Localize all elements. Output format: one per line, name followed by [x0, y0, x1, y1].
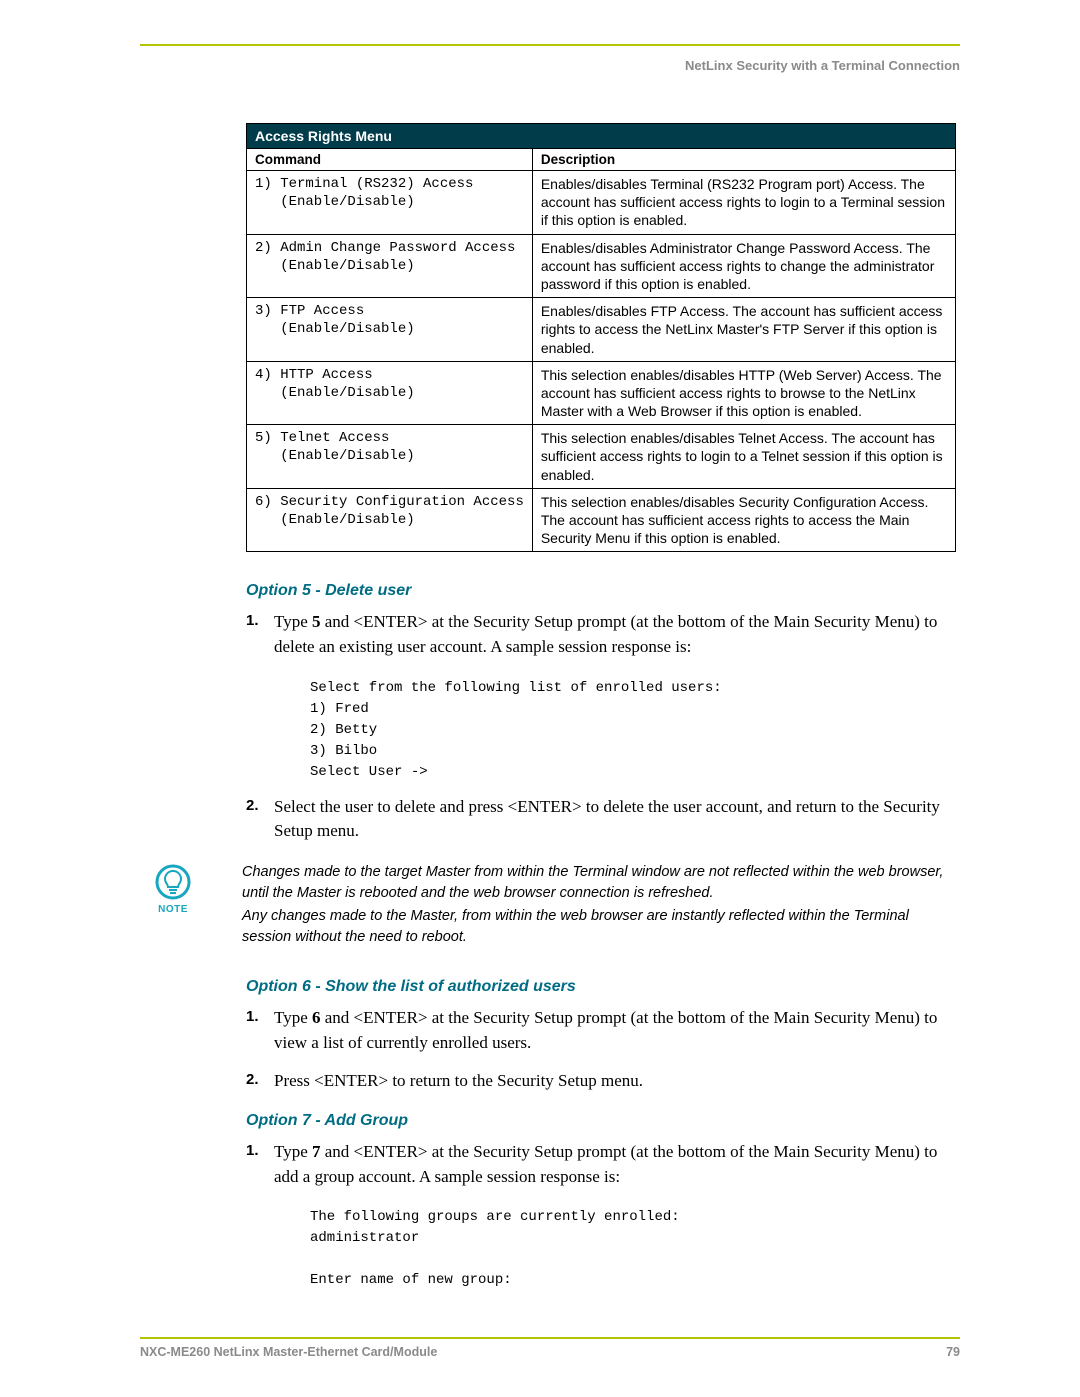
access-rights-table: Access Rights Menu Command Description 1… — [246, 123, 960, 552]
col-command: Command — [247, 149, 533, 171]
desc-cell: This selection enables/disables HTTP (We… — [532, 361, 955, 425]
desc-cell: This selection enables/disables Security… — [532, 488, 955, 552]
table-row: 2) Admin Change Password Access (Enable/… — [247, 234, 956, 298]
option6-heading: Option 6 - Show the list of authorized u… — [246, 978, 960, 996]
col-description: Description — [532, 149, 955, 171]
desc-cell: Enables/disables FTP Access. The account… — [532, 298, 955, 362]
cmd-cell: 6) Security Configuration Access (Enable… — [247, 488, 533, 552]
footer-left: NXC-ME260 NetLinx Master-Ethernet Card/M… — [140, 1345, 437, 1359]
option7-code: The following groups are currently enrol… — [310, 1207, 960, 1291]
desc-cell: This selection enables/disables Telnet A… — [532, 425, 955, 489]
option6-step2: Press <ENTER> to return to the Security … — [246, 1069, 960, 1094]
table-row: 6) Security Configuration Access (Enable… — [247, 488, 956, 552]
table-row: 3) FTP Access (Enable/Disable) Enables/d… — [247, 298, 956, 362]
table-row: 4) HTTP Access (Enable/Disable) This sel… — [247, 361, 956, 425]
cmd-cell: 2) Admin Change Password Access (Enable/… — [247, 234, 533, 298]
table-title-row: Access Rights Menu — [247, 124, 956, 149]
top-rule — [140, 44, 960, 46]
desc-cell: Enables/disables Terminal (RS232 Program… — [532, 171, 955, 235]
cmd-cell: 3) FTP Access (Enable/Disable) — [247, 298, 533, 362]
note-text: Changes made to the target Master from w… — [206, 862, 960, 950]
table-header-row: Command Description — [247, 149, 956, 171]
option5-step2: Select the user to delete and press <ENT… — [246, 795, 960, 844]
table-row: 1) Terminal (RS232) Access (Enable/Disab… — [247, 171, 956, 235]
note-label: NOTE — [140, 904, 206, 915]
page-number: 79 — [946, 1345, 960, 1359]
option7-step1: Type 7 and <ENTER> at the Security Setup… — [246, 1140, 960, 1189]
option5-step1: Type 5 and <ENTER> at the Security Setup… — [246, 610, 960, 659]
desc-cell: Enables/disables Administrator Change Pa… — [532, 234, 955, 298]
cmd-cell: 5) Telnet Access (Enable/Disable) — [247, 425, 533, 489]
option7-heading: Option 7 - Add Group — [246, 1112, 960, 1130]
header-title: NetLinx Security with a Terminal Connect… — [140, 58, 960, 73]
footer: NXC-ME260 NetLinx Master-Ethernet Card/M… — [140, 1337, 960, 1359]
table-row: 5) Telnet Access (Enable/Disable) This s… — [247, 425, 956, 489]
option6-step1: Type 6 and <ENTER> at the Security Setup… — [246, 1006, 960, 1055]
option5-heading: Option 5 - Delete user — [246, 582, 960, 600]
lightbulb-icon: NOTE — [140, 862, 206, 915]
table-title: Access Rights Menu — [247, 124, 956, 149]
cmd-cell: 4) HTTP Access (Enable/Disable) — [247, 361, 533, 425]
option5-code: Select from the following list of enroll… — [310, 678, 960, 783]
note-block: NOTE Changes made to the target Master f… — [140, 862, 960, 950]
cmd-cell: 1) Terminal (RS232) Access (Enable/Disab… — [247, 171, 533, 235]
